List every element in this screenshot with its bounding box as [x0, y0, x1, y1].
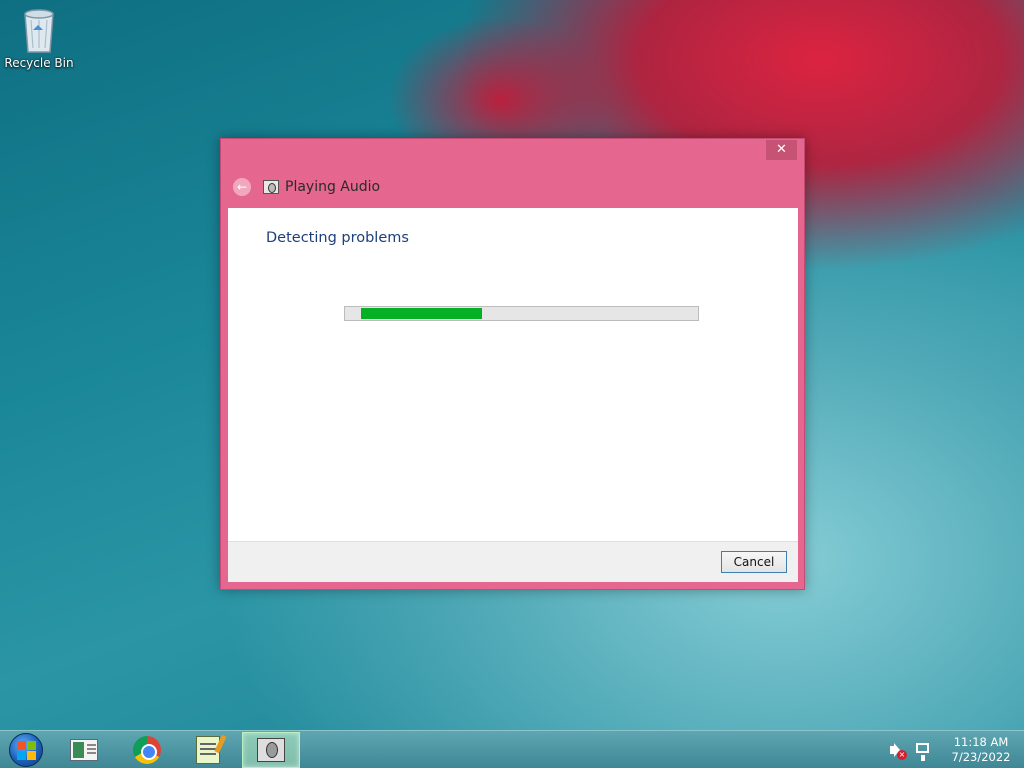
desktop-icon-recycle-bin[interactable]: Recycle Bin	[4, 6, 74, 70]
dialog-title: Playing Audio	[285, 179, 381, 195]
clock[interactable]: 11:18 AM 7/23/2022	[946, 735, 1016, 765]
progress-bar	[344, 306, 699, 321]
taskbar-item-chrome[interactable]	[118, 732, 176, 768]
chrome-icon	[133, 736, 161, 764]
dialog-titlebar: ← Playing Audio	[233, 177, 380, 197]
progress-bar-fill	[361, 308, 482, 319]
network-icon[interactable]	[914, 741, 932, 761]
recycle-bin-label: Recycle Bin	[4, 56, 74, 70]
taskbar-item-notepad[interactable]	[179, 732, 237, 768]
windows-start-orb-icon	[9, 733, 43, 767]
taskbar: × 11:18 AM 7/23/2022	[0, 730, 1024, 768]
troubleshooter-icon	[257, 738, 285, 762]
clock-time: 11:18 AM	[953, 735, 1009, 749]
volume-muted-icon[interactable]: ×	[888, 741, 907, 760]
close-button[interactable]: ✕	[766, 140, 797, 160]
dialog-footer: Cancel	[228, 541, 798, 582]
recycle-bin-icon	[24, 9, 54, 53]
notepad-icon	[196, 736, 220, 764]
status-heading: Detecting problems	[266, 230, 409, 246]
file-explorer-icon	[70, 739, 98, 761]
troubleshooter-app-icon	[263, 180, 279, 194]
taskbar-item-troubleshooter[interactable]	[242, 732, 300, 768]
taskbar-item-file-explorer[interactable]	[55, 732, 113, 768]
back-button[interactable]: ←	[233, 178, 251, 196]
dialog-content: Detecting problems Cancel	[228, 208, 798, 582]
cancel-button[interactable]: Cancel	[721, 551, 787, 573]
start-button[interactable]	[6, 732, 46, 768]
troubleshooter-dialog: ✕ ← Playing Audio Detecting problems Can…	[220, 138, 805, 590]
clock-date: 7/23/2022	[951, 750, 1011, 764]
system-tray: × 11:18 AM 7/23/2022	[888, 731, 1024, 768]
